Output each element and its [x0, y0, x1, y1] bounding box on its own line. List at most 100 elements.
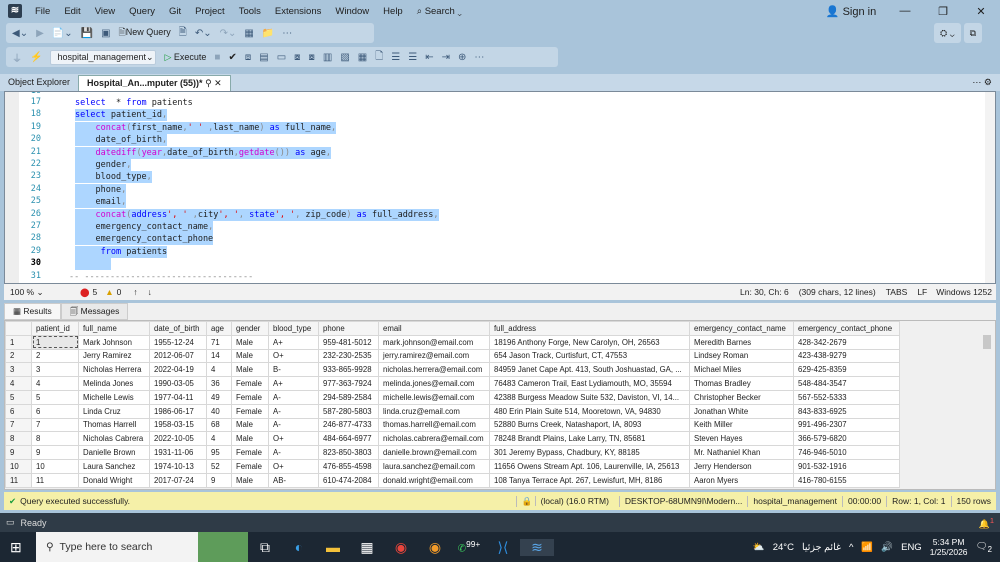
more-icon[interactable]: ⋯ — [474, 52, 484, 63]
tab-results[interactable]: ▦ Results — [4, 303, 61, 320]
table-cell[interactable]: A- — [268, 445, 319, 460]
network-icon[interactable]: 📶 — [861, 542, 873, 553]
table-cell[interactable]: 95 — [206, 445, 232, 460]
more-icon[interactable]: ⋯ — [282, 28, 292, 39]
task-view-icon[interactable]: ⧉ — [248, 539, 282, 556]
table-cell[interactable]: 2022-04-19 — [149, 362, 207, 378]
table-cell[interactable]: 36 — [206, 376, 232, 391]
table-cell[interactable]: 11 — [31, 472, 79, 488]
change-connection-icon[interactable]: ⚡ — [30, 52, 42, 63]
table-cell[interactable]: 1 — [31, 334, 79, 350]
notification-center-icon[interactable]: 🗨2 — [976, 541, 992, 554]
menu-view[interactable]: View — [88, 6, 122, 17]
column-header-emergency-contact-phone[interactable]: emergency_contact_phone — [793, 321, 900, 336]
table-cell[interactable]: 567-552-5333 — [793, 389, 900, 405]
code-line[interactable]: select patient_id, — [75, 109, 168, 122]
table-cell[interactable]: 1977-04-11 — [149, 389, 207, 405]
encoding[interactable]: Windows 1252 — [932, 287, 996, 297]
row-number[interactable]: 9 — [5, 445, 32, 460]
chrome-profile-icon[interactable]: ◉ — [418, 539, 452, 556]
indent-mode[interactable]: TABS — [881, 287, 913, 297]
column-header-phone[interactable]: phone — [318, 321, 379, 336]
table-cell[interactable]: Meredith Barnes — [689, 334, 794, 350]
menu-help[interactable]: Help — [376, 6, 410, 17]
table-cell[interactable]: A+ — [268, 334, 319, 350]
table-cell[interactable]: 1990-03-05 — [149, 376, 207, 391]
feedback-button[interactable]: ⧉ — [963, 23, 982, 43]
table-cell[interactable]: Michelle Lewis — [78, 389, 150, 405]
table-cell[interactable]: laura.sanchez@email.com — [378, 458, 490, 474]
table-cell[interactable]: O+ — [268, 431, 319, 447]
table-cell[interactable]: 823-850-3803 — [318, 445, 379, 460]
table-cell[interactable]: Laura Sanchez — [78, 458, 150, 474]
tab-messages[interactable]: 🗐 Messages — [60, 303, 129, 320]
table-cell[interactable]: Male — [231, 362, 269, 378]
menu-query[interactable]: Query — [122, 6, 162, 17]
table-cell[interactable]: 52880 Burns Creek, Natashaport, IA, 8093 — [489, 417, 690, 433]
table-cell[interactable]: Melinda Jones — [78, 376, 150, 391]
estimated-plan-icon[interactable]: ⧈ — [245, 52, 251, 63]
table-cell[interactable]: Male — [231, 472, 269, 488]
language-indicator[interactable]: ENG — [901, 542, 922, 553]
code-line[interactable]: -- --------------------------------- — [69, 271, 253, 283]
sign-in-button[interactable]: 👤 Sign in — [816, 5, 886, 18]
volume-icon[interactable]: 🔊 — [881, 542, 893, 553]
table-cell[interactable]: A- — [268, 389, 319, 405]
editor-scrollbar[interactable] — [985, 92, 995, 283]
table-cell[interactable]: 8 — [31, 431, 79, 447]
table-cell[interactable]: 428-342-2679 — [793, 334, 900, 350]
warning-count[interactable]: 0 — [117, 287, 122, 297]
table-cell[interactable]: 901-532-1916 — [793, 458, 900, 474]
table-cell[interactable]: 366-579-6820 — [793, 431, 900, 447]
table-cell[interactable]: donald.wright@email.com — [378, 472, 490, 488]
table-row[interactable]: 1 1 Mark Johnson 1955-12-24 71 Male A+ 959-481-… — [5, 334, 900, 350]
code-line[interactable]: datediff(year,date_of_birth,getdate()) a… — [75, 146, 331, 159]
table-cell[interactable]: Jerry Henderson — [689, 458, 794, 474]
intellisense-icon[interactable]: ▤ — [259, 52, 268, 63]
table-cell[interactable]: Male — [231, 417, 269, 433]
table-row[interactable]: 11 11 Donald Wright 2017-07-24 9 Male AB- 610-4… — [5, 472, 900, 488]
table-cell[interactable]: 4 — [31, 376, 79, 391]
table-cell[interactable]: 294-589-2584 — [318, 389, 379, 405]
table-cell[interactable]: Male — [231, 431, 269, 447]
table-cell[interactable]: Michael Miles — [689, 362, 794, 378]
line-endings[interactable]: LF — [912, 287, 932, 297]
table-cell[interactable]: Female — [231, 458, 269, 474]
table-cell[interactable]: 10 — [31, 458, 79, 474]
table-row[interactable]: 10 10 Laura Sanchez 1974-10-13 52 Female O+ 476… — [5, 458, 900, 474]
column-header-emergency-contact-name[interactable]: emergency_contact_name — [689, 321, 794, 336]
table-cell[interactable]: 6 — [31, 403, 79, 419]
table-cell[interactable]: 1986-06-17 — [149, 403, 207, 419]
code-line[interactable]: concat(first_name,' ' ,last_name) as ful… — [75, 121, 337, 134]
table-cell[interactable]: Jonathan White — [689, 403, 794, 419]
row-number[interactable]: 5 — [5, 389, 32, 405]
table-cell[interactable]: Lindsey Roman — [689, 348, 794, 364]
table-cell[interactable]: 232-230-2535 — [318, 348, 379, 364]
table-cell[interactable]: 246-877-4733 — [318, 417, 379, 433]
table-cell[interactable]: 71 — [206, 334, 232, 350]
code-line[interactable]: select * from patients — [75, 97, 193, 109]
column-header-age[interactable]: age — [206, 321, 232, 336]
activity-monitor-icon[interactable]: ▦ — [244, 28, 253, 39]
table-cell[interactable]: 548-484-3547 — [793, 376, 900, 391]
row-number[interactable]: 8 — [5, 431, 32, 447]
code-line[interactable]: phone, — [75, 183, 127, 196]
table-cell[interactable]: Mr. Nathaniel Khan — [689, 445, 794, 460]
table-cell[interactable]: Danielle Brown — [78, 445, 150, 460]
code-line[interactable]: blood_type, — [75, 171, 152, 184]
table-cell[interactable]: Male — [231, 334, 269, 350]
menu-edit[interactable]: Edit — [57, 6, 87, 17]
table-cell[interactable]: 3 — [31, 362, 79, 378]
table-cell[interactable]: 84959 Janet Cape Apt. 413, South Joshuas… — [489, 362, 690, 378]
table-cell[interactable]: 843-833-6925 — [793, 403, 900, 419]
table-cell[interactable]: Female — [231, 445, 269, 460]
row-number[interactable]: 3 — [5, 362, 32, 378]
table-cell[interactable]: 629-425-8359 — [793, 362, 900, 378]
table-cell[interactable]: 4 — [206, 362, 232, 378]
table-row[interactable]: 6 6 Linda Cruz 1986-06-17 40 Female A- 587-280-… — [5, 403, 900, 419]
column-header-blood-type[interactable]: blood_type — [268, 321, 319, 336]
code-line[interactable]: emergency_contact_phone — [75, 233, 214, 246]
table-cell[interactable]: A+ — [268, 376, 319, 391]
table-cell[interactable]: linda.cruz@email.com — [378, 403, 490, 419]
sql-editor[interactable]: 16 17 select * from patients 18 select pati… — [4, 91, 996, 284]
